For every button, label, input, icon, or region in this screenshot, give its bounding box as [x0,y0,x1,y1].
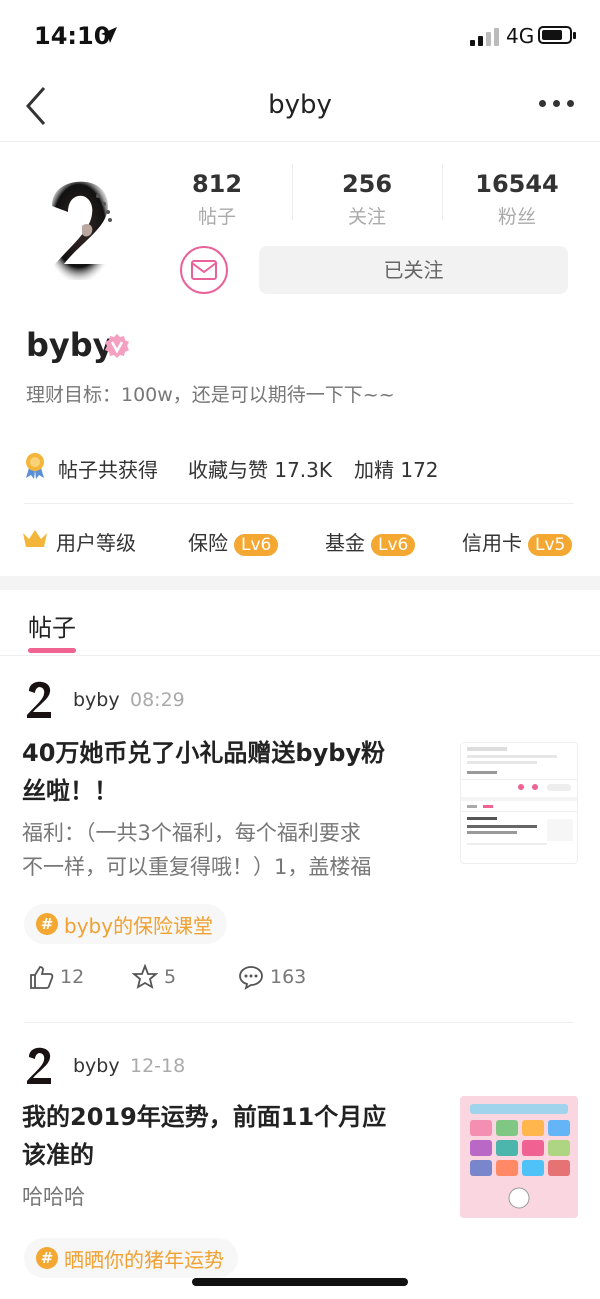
stat-value: 812 [191,170,243,198]
post-thumbnail[interactable] [460,742,578,864]
stat-label: 帖子 [197,206,236,228]
post-author[interactable]: byby [73,689,120,711]
post-excerpt-line: 哈哈哈 [22,1185,85,1209]
like-count: 12 [60,966,85,988]
level-credit-card: 信用卡 Lv5 [462,527,573,556]
post-excerpt: 哈哈哈 [22,1180,442,1214]
stat-following[interactable]: 256 关注 [292,164,442,230]
essence-count: 加精 172 [354,458,439,482]
post-card[interactable]: byby 08:29 40万她币兑了小礼品赠送byby粉 丝啦！！ 福利：（一共… [0,656,600,1026]
stat-followers[interactable]: 16544 粉丝 [442,164,592,230]
divider [24,503,574,504]
post-card[interactable]: byby 12-18 我的2019年运势，前面11个月应 该准的 哈哈哈 # 晒… [0,1024,600,1299]
level-badge: Lv5 [528,533,573,556]
profile-name: byby [26,326,114,364]
post-excerpt: 福利：（一共3个福利，每个福利要求 不一样，可以重复得哦！）1，盖楼福 [22,816,442,884]
stat-posts[interactable]: 812 帖子 [142,170,292,230]
achievement-row: 帖子共获得 收藏与赞 17.3K 加精 172 [24,452,584,482]
follow-status-button[interactable]: 已关注 [259,246,568,294]
tab-posts[interactable]: 帖子 [28,608,76,643]
level-badge: Lv6 [234,533,279,556]
achievement-label: 帖子共获得 [58,458,158,482]
favorite-count: 5 [164,966,177,988]
signal-icon [470,28,499,46]
post-excerpt-line: 不一样，可以重复得哦！）1，盖楼福 [22,855,372,879]
status-time: 14:10 [34,22,111,50]
topic-tag[interactable]: # 晒晒你的猪年运势 [24,1238,238,1278]
location-arrow-icon [100,26,118,48]
hashtag-icon: # [36,1247,58,1269]
level-name: 保险 [188,531,228,555]
verified-badge-icon [105,334,129,358]
level-name: 基金 [325,531,365,555]
crown-icon [23,530,47,547]
hashtag-icon: # [36,913,58,935]
stat-value: 256 [341,170,393,198]
avatar[interactable] [38,176,122,288]
level-badge: Lv6 [371,533,416,556]
level-fund: 基金 Lv6 [325,527,416,556]
tab-bar: 帖子 [0,590,600,656]
section-gap [0,576,600,590]
more-options-icon[interactable] [539,100,574,107]
post-title-line: 我的2019年运势，前面11个月应 [22,1103,387,1131]
comment-icon [239,966,263,990]
post-thumbnail[interactable] [460,1096,578,1218]
profile-bio: 理财目标：100w，还是可以期待一下下~~ [26,384,395,406]
favs-count: 收藏与赞 17.3K [188,458,333,482]
post-title-line: 丝啦！！ [22,777,118,805]
mail-icon [191,260,217,280]
topic-tag-label: 晒晒你的猪年运势 [64,1247,224,1272]
topic-tag-label: byby的保险课堂 [64,913,214,938]
user-levels-row[interactable]: 用户等级 保险 Lv6 基金 Lv6 信用卡 Lv5 [22,525,592,557]
post-title: 我的2019年运势，前面11个月应 该准的 [22,1098,442,1174]
author-avatar[interactable] [24,680,54,720]
stat-value: 16544 [475,170,559,198]
comment-button[interactable]: 163 [238,964,306,990]
medal-icon [26,453,44,479]
home-indicator[interactable] [192,1278,408,1286]
star-icon [132,964,158,989]
nav-bar: byby [0,70,600,142]
stat-label: 关注 [347,206,386,228]
profile-stats: 812 帖子 256 关注 16544 粉丝 [142,164,592,230]
topic-tag[interactable]: # byby的保险课堂 [24,904,228,944]
author-avatar[interactable] [24,1046,54,1086]
stat-label: 粉丝 [497,206,536,228]
level-insurance: 保险 Lv6 [188,527,279,556]
post-title-line: 该准的 [22,1141,94,1169]
post-time: 08:29 [130,689,185,711]
status-bar: 14:10 4G [0,0,600,70]
post-actions: 12 5 163 [28,964,306,990]
message-button[interactable] [180,246,228,294]
comment-count: 163 [270,966,307,988]
post-title: 40万她币兑了小礼品赠送byby粉 丝啦！！ [22,734,442,810]
post-title-line: 40万她币兑了小礼品赠送byby粉 [22,739,386,767]
tab-indicator [28,648,76,653]
battery-icon [538,26,576,44]
level-name: 信用卡 [462,531,522,555]
divider [24,1022,574,1023]
favorite-button[interactable]: 5 [132,964,238,990]
thumbs-up-icon [30,966,54,989]
post-author[interactable]: byby [73,1055,120,1077]
level-label: 用户等级 [56,531,136,555]
post-time: 12-18 [130,1055,186,1077]
page-title: byby [268,90,332,120]
like-button[interactable]: 12 [28,964,132,990]
post-excerpt-line: 福利：（一共3个福利，每个福利要求 [22,821,361,845]
network-type: 4G [506,24,535,48]
